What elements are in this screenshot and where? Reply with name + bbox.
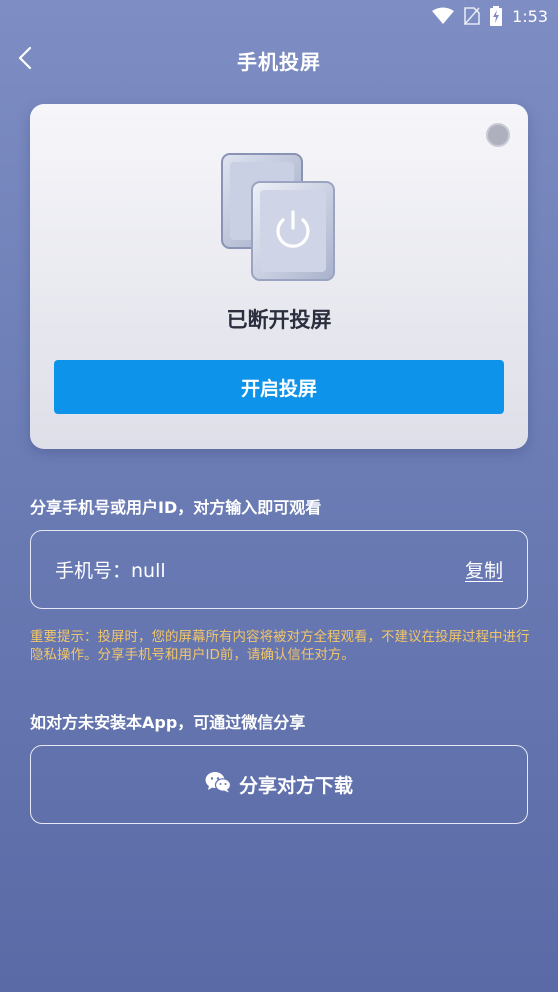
no-sim-icon [464,7,480,25]
cast-status-card: 已断开投屏 开启投屏 [30,104,528,449]
wechat-icon [205,771,232,798]
share-download-label-text: 分享对方下载 [238,775,353,797]
phone-value: null [131,560,166,582]
header: 手机投屏 [0,38,558,82]
phone-number-text: 手机号：null [55,556,166,583]
status-time: 1:53 [512,6,548,26]
status-toggle[interactable] [486,123,510,147]
status-bar: 1:53 [0,0,558,32]
chevron-left-icon [18,46,32,74]
screen-cast-power-icon [220,152,336,282]
battery-charging-icon [490,6,503,26]
copy-button[interactable]: 复制 [465,556,503,583]
cast-status-text: 已断开投屏 [226,308,332,332]
page-title: 手机投屏 [237,49,321,74]
share-download-label: 如对方未安装本App，可通过微信分享 [30,713,306,732]
phone-label: 手机号： [55,560,132,582]
warning-notice: 重要提示：投屏时，您的屏幕所有内容将被对方全程观看，不建议在投屏过程中进行隐私操… [30,629,530,663]
share-download-button[interactable]: 分享对方下载 [30,745,528,824]
back-button[interactable] [12,46,38,74]
share-id-label: 分享手机号或用户ID，对方输入即可观看 [30,498,322,517]
wifi-icon [432,7,455,25]
phone-number-box: 手机号：null 复制 [30,530,528,609]
start-cast-button[interactable]: 开启投屏 [54,360,504,414]
